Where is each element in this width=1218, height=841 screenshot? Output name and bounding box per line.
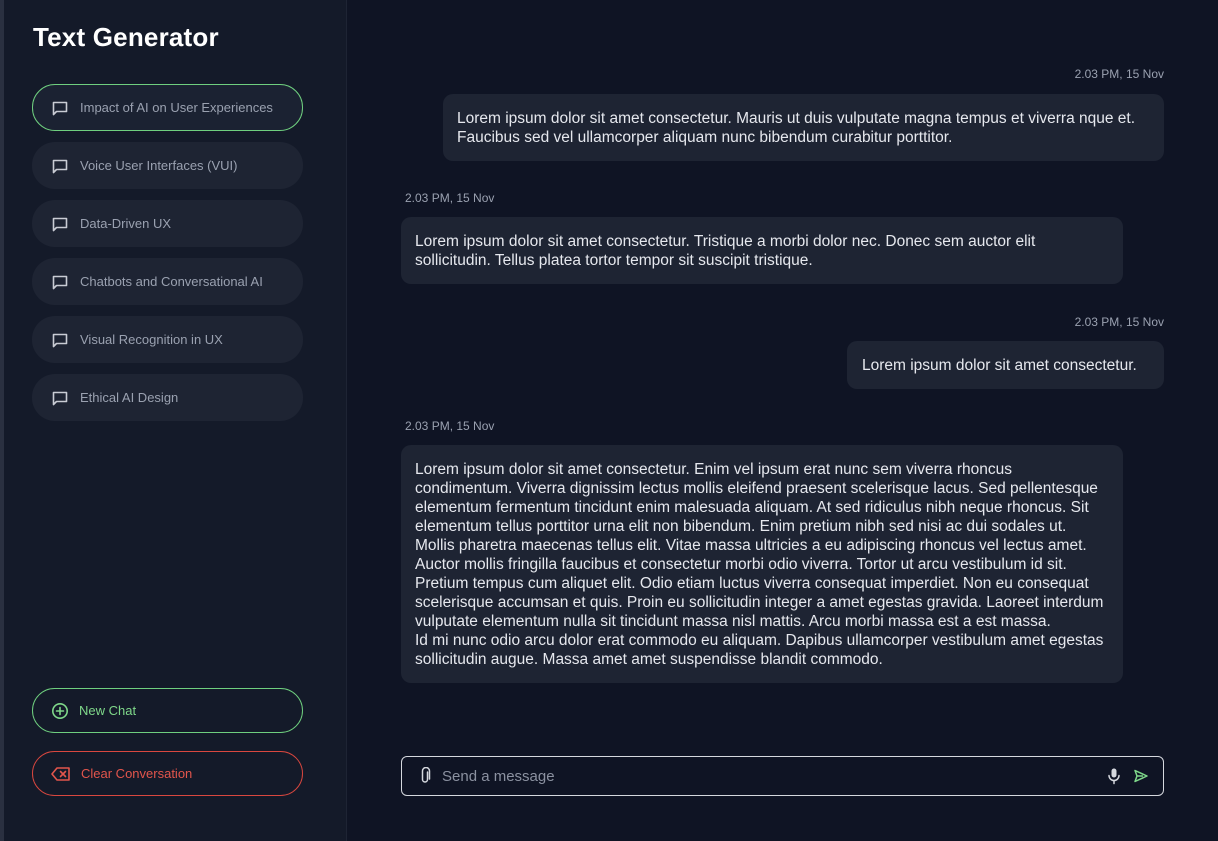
user-message-bubble: Lorem ipsum dolor sit amet consectetur. … [443,94,1164,161]
chat-bubble-icon [51,157,69,175]
user-message-bubble: Lorem ipsum dolor sit amet consectetur. [847,341,1164,389]
topic-item-data-driven-ux[interactable]: Data-Driven UX [32,200,303,247]
new-chat-button[interactable]: New Chat [32,688,303,733]
topic-label: Ethical AI Design [80,390,179,405]
topic-label: Impact of AI on User Experiences [80,100,273,115]
message-timestamp: 2.03 PM, 15 Nov [405,419,495,433]
topic-item-voice-ui[interactable]: Voice User Interfaces (VUI) [32,142,303,189]
topic-label: Visual Recognition in UX [80,332,223,347]
topic-item-visual-recognition[interactable]: Visual Recognition in UX [32,316,303,363]
message-paragraph: Pretium tempus cum aliquet elit. Odio et… [415,575,1104,630]
message-timestamp: 2.03 PM, 15 Nov [405,191,495,205]
sidebar: Text Generator Impact of AI on User Expe… [0,0,347,841]
message-text: Lorem ipsum dolor sit amet consectetur. … [457,110,1136,146]
topic-item-chatbots[interactable]: Chatbots and Conversational AI [32,258,303,305]
clear-conversation-button[interactable]: Clear Conversation [32,751,303,796]
clear-conversation-label: Clear Conversation [81,766,193,781]
new-chat-label: New Chat [79,703,137,718]
topic-list: Impact of AI on User Experiences Voice U… [32,84,303,432]
assistant-message-bubble: Lorem ipsum dolor sit amet consectetur. … [401,217,1123,284]
microphone-icon[interactable] [1107,767,1121,785]
paperclip-icon[interactable] [418,767,432,785]
message-input[interactable] [442,767,1107,785]
topic-item-impact-of-ai[interactable]: Impact of AI on User Experiences [32,84,303,131]
topic-label: Data-Driven UX [80,216,172,231]
topic-label: Chatbots and Conversational AI [80,274,263,289]
plus-circle-icon [51,702,69,720]
chat-bubble-icon [51,389,69,407]
chat-bubble-icon [51,215,69,233]
message-timestamp: 2.03 PM, 15 Nov [1074,315,1164,329]
chat-panel: 2.03 PM, 15 Nov Lorem ipsum dolor sit am… [347,0,1218,841]
send-arrow-icon[interactable] [1133,768,1149,784]
assistant-message-bubble: Lorem ipsum dolor sit amet consectetur. … [401,445,1123,683]
chat-bubble-icon [51,331,69,349]
message-paragraph: Id mi nunc odio arcu dolor erat commodo … [415,632,1104,668]
message-timestamp: 2.03 PM, 15 Nov [1074,67,1164,81]
backspace-x-icon [51,766,71,782]
message-text: Lorem ipsum dolor sit amet consectetur. [862,357,1137,374]
chat-bubble-icon [51,99,69,117]
topic-label: Voice User Interfaces (VUI) [80,158,238,173]
app-title: Text Generator [33,22,219,52]
topic-item-ethical-ai[interactable]: Ethical AI Design [32,374,303,421]
chat-bubble-icon [51,273,69,291]
message-composer [401,756,1164,796]
message-paragraph: Lorem ipsum dolor sit amet consectetur. … [415,461,1098,573]
message-text: Lorem ipsum dolor sit amet consectetur. … [415,233,1036,269]
